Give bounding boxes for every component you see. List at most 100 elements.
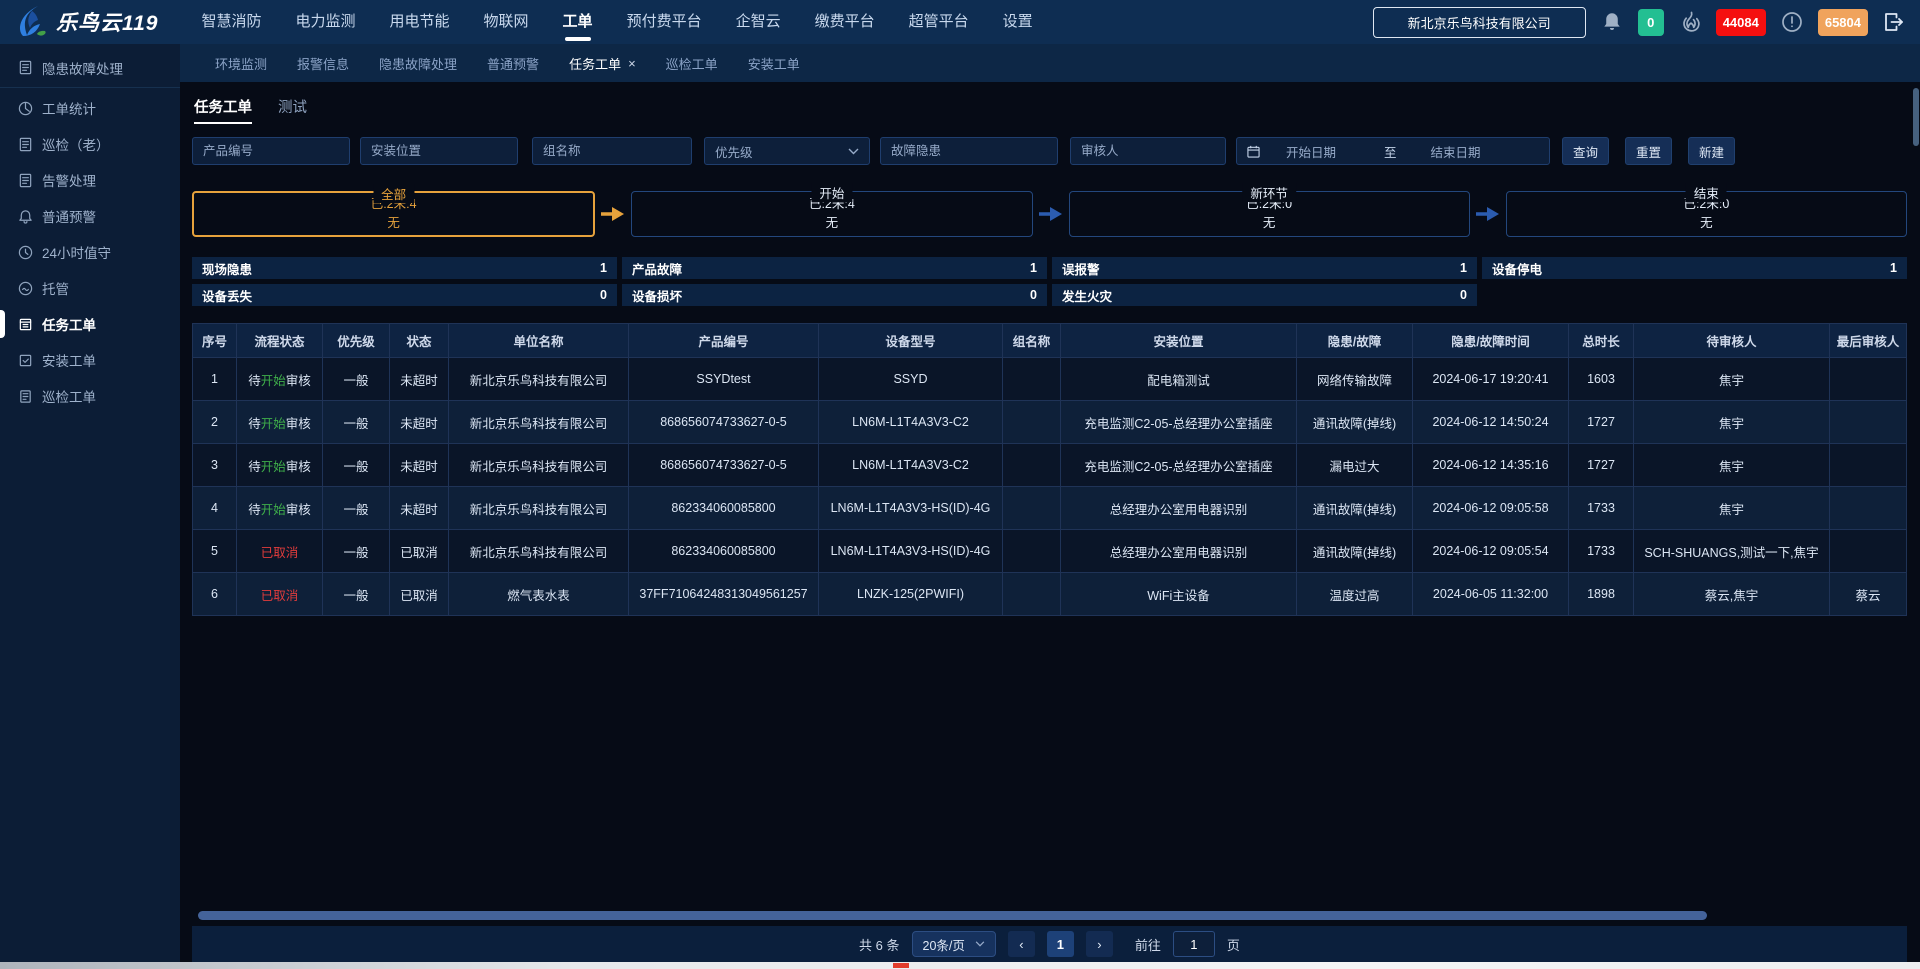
product-no-input[interactable]: [203, 144, 339, 158]
fault-hazard-input[interactable]: [891, 144, 1047, 158]
hosting-icon: [18, 281, 33, 296]
flame-alarm-icon[interactable]: [1678, 10, 1702, 34]
cell-company: 新北京乐鸟科技有限公司: [449, 444, 629, 487]
flow-arrow-icon: [1476, 206, 1500, 222]
stat-value: 1: [1460, 261, 1467, 275]
horizontal-scrollbar[interactable]: [192, 911, 1907, 921]
stats-row: 现场隐患1产品故障1误报警1设备停电1: [192, 257, 1907, 279]
company-button[interactable]: 新北京乐鸟科技有限公司: [1373, 7, 1586, 38]
next-page-button[interactable]: ›: [1086, 931, 1113, 957]
warning-count-badge[interactable]: 65804: [1818, 9, 1868, 36]
stat-cell: 误报警1: [1052, 257, 1477, 279]
chevron-down-icon: [975, 941, 985, 947]
table-row[interactable]: 1待开始审核一般未超时新北京乐鸟科技有限公司SSYDtestSSYD配电箱测试网…: [193, 358, 1907, 401]
close-icon[interactable]: ×: [628, 56, 636, 71]
cell-duration: 1733: [1569, 530, 1634, 573]
sidebar-item[interactable]: 24小时值守: [0, 234, 180, 270]
horizontal-scrollbar-thumb[interactable]: [198, 911, 1707, 920]
prev-page-button[interactable]: ‹: [1008, 931, 1035, 957]
open-page-tab[interactable]: 隐患故障处理: [366, 54, 470, 73]
sidebar-item[interactable]: 巡检（老）: [0, 126, 180, 162]
priority-select[interactable]: 优先级: [704, 137, 870, 165]
sidebar-item[interactable]: 工单统计: [0, 90, 180, 126]
fault-hazard-field[interactable]: [880, 137, 1058, 165]
table-header-cell: 安装位置: [1061, 324, 1297, 358]
content-tab[interactable]: 测试: [278, 96, 307, 124]
install-location-field[interactable]: [360, 137, 518, 165]
table-row[interactable]: 2待开始审核一般未超时新北京乐鸟科技有限公司868656074733627-0-…: [193, 401, 1907, 444]
sidebar-item[interactable]: 巡检工单: [0, 378, 180, 414]
flow-node[interactable]: 开始已:2未:4无: [631, 191, 1032, 237]
alarm-count-badge[interactable]: 44084: [1716, 9, 1766, 36]
topnav-item[interactable]: 工单: [546, 0, 610, 44]
table-row[interactable]: 5已取消一般已取消新北京乐鸟科技有限公司862334060085800LN6M-…: [193, 530, 1907, 573]
topnav-item[interactable]: 用电节能: [373, 0, 467, 44]
sidebar-item-label: 安装工单: [42, 350, 96, 370]
cell-group-name: [1003, 573, 1061, 616]
table-row[interactable]: 3待开始审核一般未超时新北京乐鸟科技有限公司868656074733627-0-…: [193, 444, 1907, 487]
date-range-picker[interactable]: 开始日期 至 结束日期: [1236, 137, 1550, 165]
cell-flow-state: 待开始审核: [237, 358, 323, 401]
topnav-item[interactable]: 智慧消防: [184, 0, 278, 44]
topnav-item[interactable]: 物联网: [467, 0, 546, 44]
table-header-cell: 序号: [193, 324, 237, 358]
table-header-cell: 最后审核人: [1830, 324, 1907, 358]
search-button[interactable]: 查询: [1562, 137, 1609, 165]
flow-node[interactable]: 结束已:2未:0无: [1506, 191, 1907, 237]
open-page-tab-label: 普通预警: [487, 54, 539, 73]
message-count-badge[interactable]: 0: [1638, 9, 1664, 36]
topnav-item[interactable]: 预付费平台: [610, 0, 719, 44]
stat-summary-bars: 现场隐患1产品故障1误报警1设备停电1设备丢失0设备损坏0发生火灾0: [192, 257, 1907, 306]
priority-select-value: 优先级: [715, 142, 753, 161]
product-no-field[interactable]: [192, 137, 350, 165]
open-page-tab[interactable]: 任务工单×: [556, 54, 649, 73]
topnav-item[interactable]: 设置: [986, 0, 1050, 44]
topnav-item[interactable]: 电力监测: [279, 0, 373, 44]
reviewer-field[interactable]: [1070, 137, 1226, 165]
sidebar-item-label: 隐患故障处理: [42, 58, 123, 78]
sidebar-item[interactable]: 隐患故障处理: [0, 48, 180, 88]
logout-icon[interactable]: [1882, 10, 1906, 34]
table-row[interactable]: 4待开始审核一般未超时新北京乐鸟科技有限公司862334060085800LN6…: [193, 487, 1907, 530]
cell-last-reviewer: [1830, 530, 1907, 573]
open-page-tab[interactable]: 环境监测: [202, 54, 280, 73]
bell-icon[interactable]: [1600, 10, 1624, 34]
sidebar-item[interactable]: 任务工单: [0, 306, 180, 342]
install-location-input[interactable]: [371, 144, 507, 158]
page-size-select[interactable]: 20条/页: [912, 931, 996, 957]
sidebar-item[interactable]: 告警处理: [0, 162, 180, 198]
group-name-input[interactable]: [543, 144, 681, 158]
open-page-tab[interactable]: 普通预警: [474, 54, 552, 73]
logo: 乐鸟云119: [16, 5, 158, 39]
table-header-cell: 单位名称: [449, 324, 629, 358]
sidebar-item[interactable]: 安装工单: [0, 342, 180, 378]
exclamation-circle-icon[interactable]: [1780, 10, 1804, 34]
table-row[interactable]: 6已取消一般已取消燃气表水表37FF71064248313049561257LN…: [193, 573, 1907, 616]
vertical-scrollbar-thumb[interactable]: [1913, 88, 1919, 146]
cell-company: 新北京乐鸟科技有限公司: [449, 358, 629, 401]
open-page-tab[interactable]: 巡检工单: [653, 54, 731, 73]
sidebar-item[interactable]: 普通预警: [0, 198, 180, 234]
goto-page-input[interactable]: [1173, 931, 1215, 957]
cell-index: 4: [193, 487, 237, 530]
page-number-button[interactable]: 1: [1047, 931, 1074, 957]
cell-product-no: 37FF71064248313049561257: [629, 573, 819, 616]
group-name-field[interactable]: [532, 137, 692, 165]
topnav-item[interactable]: 企智云: [719, 0, 798, 44]
cell-flow-state: 待开始审核: [237, 487, 323, 530]
flow-node[interactable]: 新环节已:2未:0无: [1069, 191, 1470, 237]
sidebar-item[interactable]: 托管: [0, 270, 180, 306]
create-button[interactable]: 新建: [1688, 137, 1735, 165]
content-tab[interactable]: 任务工单: [194, 96, 252, 124]
cell-priority: 一般: [323, 401, 390, 444]
topnav-item[interactable]: 超管平台: [892, 0, 986, 44]
cell-install-location: 配电箱测试: [1061, 358, 1297, 401]
open-page-tab[interactable]: 安装工单: [735, 54, 813, 73]
flow-node[interactable]: 全部已:2未:4无: [192, 191, 595, 237]
cell-group-name: [1003, 530, 1061, 573]
reset-button[interactable]: 重置: [1625, 137, 1672, 165]
topnav-item[interactable]: 缴费平台: [798, 0, 892, 44]
open-page-tab[interactable]: 报警信息: [284, 54, 362, 73]
reviewer-input[interactable]: [1081, 144, 1215, 158]
cell-product-no: 862334060085800: [629, 530, 819, 573]
